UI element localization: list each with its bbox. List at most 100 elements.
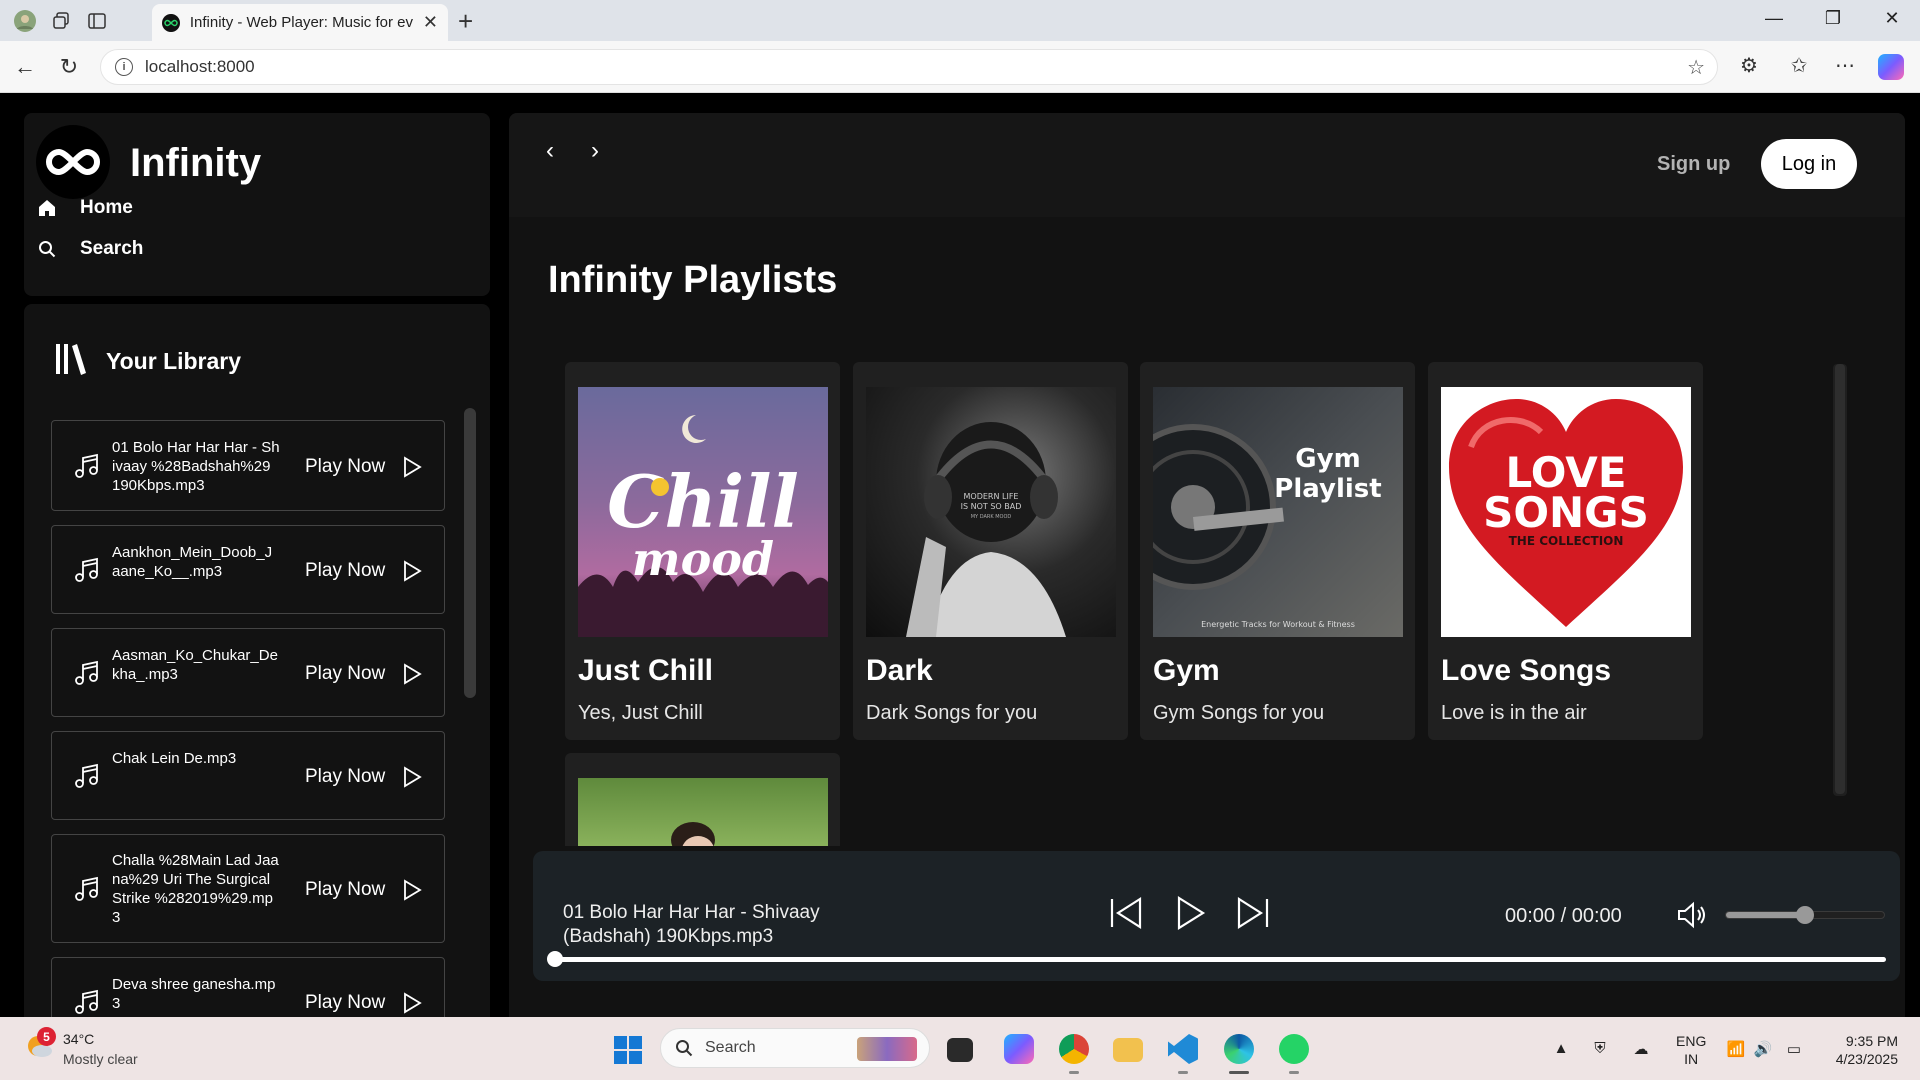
signup-button[interactable]: Sign up: [1657, 153, 1730, 176]
browser-tab-bar: Infinity - Web Player: Music for everyon…: [0, 0, 1920, 41]
cover-text: mood: [632, 532, 774, 586]
onedrive-cloud-icon[interactable]: ☁: [1631, 1040, 1651, 1058]
input-language[interactable]: ENG IN: [1676, 1032, 1706, 1068]
file-explorer-icon[interactable]: [1113, 1038, 1143, 1062]
task-view-icon[interactable]: [947, 1038, 973, 1062]
cover-text: IS NOT SO BAD: [961, 502, 1022, 511]
reload-icon[interactable]: ↻: [54, 53, 84, 81]
vscode-icon[interactable]: [1168, 1034, 1198, 1064]
security-shield-icon[interactable]: ⛨: [1590, 1040, 1610, 1058]
windows-start-icon[interactable]: [614, 1036, 642, 1064]
chrome-icon[interactable]: [1059, 1034, 1089, 1064]
playlist-title: Dark: [866, 654, 933, 687]
url-field[interactable]: i localhost:8000 ☆: [100, 49, 1718, 85]
workspaces-icon[interactable]: [48, 8, 74, 34]
playlist-card-partial[interactable]: [565, 753, 840, 846]
library-song-list: 01 Bolo Har Har Har - Shivaay %28Badshah…: [51, 420, 445, 1017]
restore-icon[interactable]: ❐: [1813, 8, 1853, 29]
system-clock[interactable]: 9:35 PM 4/23/2025: [1826, 1032, 1898, 1068]
list-item[interactable]: 01 Bolo Har Har Har - Shivaay %28Badshah…: [51, 420, 445, 511]
play-now-button[interactable]: Play Now: [305, 766, 385, 788]
minimize-icon[interactable]: —: [1754, 8, 1794, 29]
list-item[interactable]: Aankhon_Mein_Doob_Jaane_Ko__.mp3 Play No…: [51, 525, 445, 614]
login-button[interactable]: Log in: [1761, 139, 1857, 189]
music-note-icon: [75, 557, 98, 582]
weather-condition[interactable]: Mostly clear: [63, 1051, 138, 1067]
sidebar-top: Infinity Home Search: [24, 113, 490, 296]
next-track-icon[interactable]: [1233, 893, 1273, 933]
library-header[interactable]: Your Library: [54, 342, 241, 381]
play-now-button[interactable]: Play Now: [305, 992, 385, 1014]
playlist-grid: Chill mood Just Chill Yes, Just Chill MO…: [565, 362, 1865, 846]
back-icon[interactable]: ←: [10, 53, 40, 81]
site-info-icon[interactable]: i: [115, 58, 133, 76]
edge-icon[interactable]: [1224, 1034, 1254, 1064]
play-now-button[interactable]: Play Now: [305, 879, 385, 901]
playlist-cover-image: [578, 778, 828, 846]
wifi-icon[interactable]: 📶: [1726, 1040, 1746, 1058]
play-icon[interactable]: [402, 456, 422, 478]
playlist-card-just-chill[interactable]: Chill mood Just Chill Yes, Just Chill: [565, 362, 840, 740]
close-window-icon[interactable]: ✕: [1872, 8, 1912, 29]
previous-track-icon[interactable]: [1106, 893, 1146, 933]
list-item[interactable]: Aasman_Ko_Chukar_Dekha_.mp3 Play Now: [51, 628, 445, 717]
list-item[interactable]: Deva shree ganesha.mp3 Play Now: [51, 957, 445, 1017]
progress-knob[interactable]: [547, 951, 563, 967]
extensions-icon[interactable]: ⚙: [1734, 53, 1764, 78]
music-note-icon: [75, 989, 98, 1014]
sidebar-item-search[interactable]: Search: [36, 238, 143, 260]
search-icon: [36, 240, 58, 258]
favorites-icon[interactable]: ✩: [1784, 53, 1814, 78]
whatsapp-icon[interactable]: [1279, 1034, 1309, 1064]
playlist-cover-image: MODERN LIFE IS NOT SO BAD MY DARK MOOD: [866, 387, 1116, 637]
profile-avatar-icon[interactable]: [12, 8, 38, 34]
play-now-button[interactable]: Play Now: [305, 663, 385, 685]
playlist-card-dark[interactable]: MODERN LIFE IS NOT SO BAD MY DARK MOOD D…: [853, 362, 1128, 740]
tab-actions-icon[interactable]: [84, 8, 110, 34]
favorite-star-icon[interactable]: ☆: [1687, 55, 1705, 80]
main-scrollbar[interactable]: [1833, 364, 1847, 796]
active-tab[interactable]: Infinity - Web Player: Music for everyon…: [152, 4, 448, 41]
speaker-icon[interactable]: 🔊: [1753, 1040, 1773, 1058]
lang-region: IN: [1684, 1051, 1699, 1067]
playlist-title: Love Songs: [1441, 654, 1612, 687]
google-drive-icon[interactable]: ▲: [1551, 1040, 1571, 1058]
more-menu-icon[interactable]: ⋯: [1830, 53, 1860, 78]
playlist-card-gym[interactable]: Gym Playlist Energetic Tracks for Workou…: [1140, 362, 1415, 740]
volume-icon[interactable]: [1676, 901, 1708, 929]
playlist-cover-image: LOVE SONGS THE COLLECTION: [1441, 387, 1691, 637]
cover-text: Playlist: [1274, 474, 1381, 504]
new-tab-icon[interactable]: +: [458, 6, 473, 37]
playlist-card-love-songs[interactable]: LOVE SONGS THE COLLECTION Love Songs Lov…: [1428, 362, 1703, 740]
copilot-taskbar-icon[interactable]: [1004, 1034, 1034, 1064]
play-icon[interactable]: [402, 766, 422, 788]
playlist-description: Love is in the air: [1441, 702, 1587, 724]
volume-knob[interactable]: [1796, 906, 1814, 924]
search-icon: [676, 1040, 693, 1057]
taskbar-search[interactable]: Search: [660, 1028, 930, 1068]
chevron-left-icon[interactable]: ‹: [535, 137, 565, 165]
list-item[interactable]: Chak Lein De.mp3 Play Now: [51, 731, 445, 820]
sidebar-item-label: Search: [80, 238, 144, 259]
playlist-description: Dark Songs for you: [866, 702, 1038, 724]
close-tab-icon[interactable]: ✕: [423, 12, 438, 33]
sidebar-item-home[interactable]: Home: [36, 197, 133, 219]
play-icon[interactable]: [402, 992, 422, 1014]
weather-temperature[interactable]: 34°C: [63, 1031, 94, 1047]
chevron-right-icon[interactable]: ›: [580, 137, 610, 165]
song-name: Chak Lein De.mp3: [112, 750, 237, 767]
library-scrollbar[interactable]: [464, 408, 476, 698]
play-icon[interactable]: [402, 879, 422, 901]
play-icon[interactable]: [402, 560, 422, 582]
progress-slider[interactable]: [547, 951, 1886, 967]
play-icon[interactable]: [1170, 893, 1210, 933]
main-header: ‹ › Sign up Log in: [509, 113, 1905, 217]
battery-icon[interactable]: ▭: [1784, 1040, 1804, 1058]
music-note-icon: [75, 763, 98, 788]
play-icon[interactable]: [402, 663, 422, 685]
list-item[interactable]: Challa %28Main Lad Jaana%29 Uri The Surg…: [51, 834, 445, 943]
play-now-button[interactable]: Play Now: [305, 560, 385, 582]
copilot-icon[interactable]: [1878, 54, 1904, 80]
play-now-button[interactable]: Play Now: [305, 456, 385, 478]
volume-slider[interactable]: [1725, 906, 1885, 924]
